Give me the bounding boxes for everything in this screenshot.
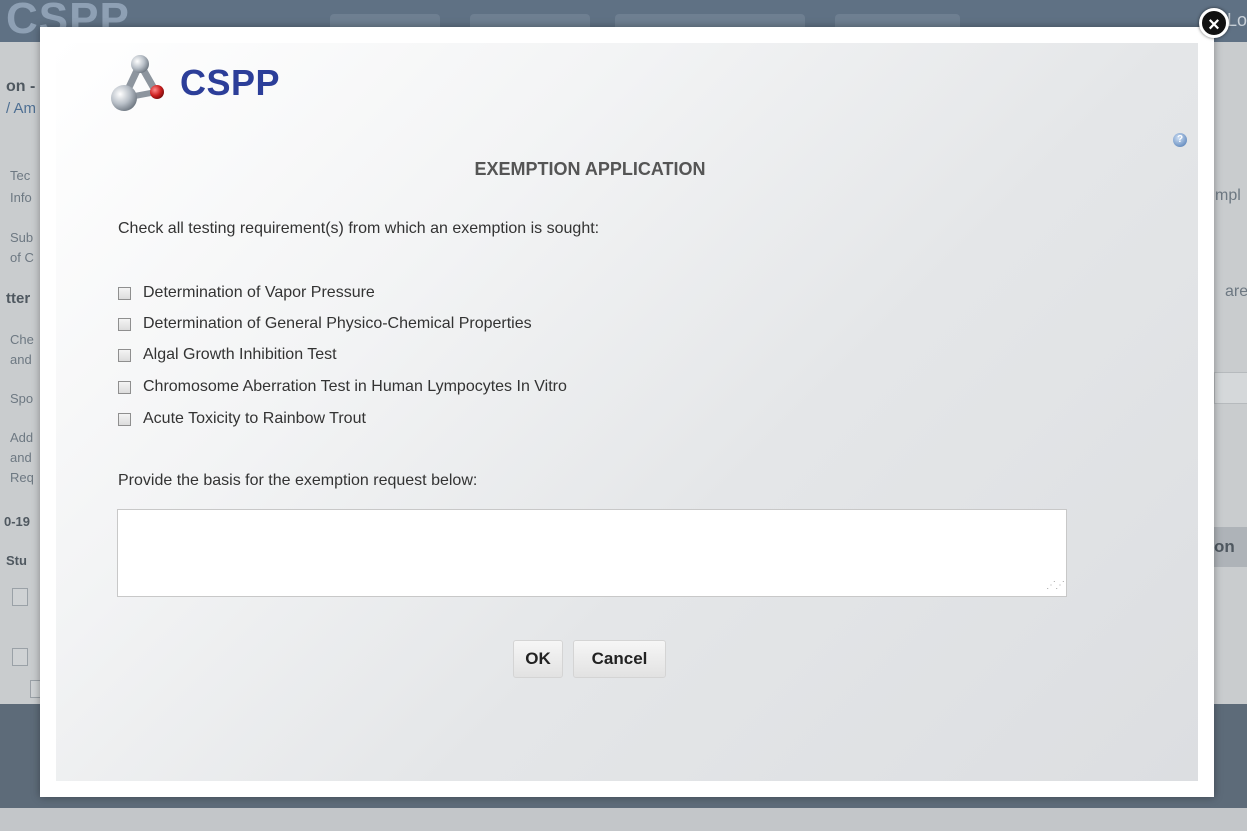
background-text: Add	[10, 430, 34, 445]
molecule-logo-icon	[111, 55, 164, 111]
background-text: and	[10, 450, 32, 465]
background-status-bar	[0, 808, 1247, 831]
ok-button[interactable]: OK	[513, 640, 563, 678]
cancel-button[interactable]: Cancel	[573, 640, 666, 678]
logo-text: CSPP	[180, 62, 281, 103]
background-tree-node	[12, 648, 28, 666]
checkbox[interactable]	[118, 286, 131, 300]
close-icon[interactable]: ×	[1199, 8, 1229, 38]
option-vapor-pressure[interactable]: Determination of Vapor Pressure	[118, 282, 375, 304]
checkbox[interactable]	[118, 317, 131, 331]
background-text: 0-19	[4, 514, 31, 529]
background-text: of C	[10, 250, 34, 265]
help-icon[interactable]: ?	[1173, 133, 1187, 147]
option-algal-growth[interactable]: Algal Growth Inhibition Test	[118, 344, 337, 366]
basis-textarea[interactable]	[117, 509, 1067, 597]
background-text: mpl	[1215, 187, 1241, 204]
background-text: on -	[6, 78, 36, 95]
checkbox-label: Acute Toxicity to Rainbow Trout	[143, 410, 366, 427]
checkbox-label: Chromosome Aberration Test in Human Lymp…	[143, 378, 567, 395]
background-text: Spo	[10, 391, 34, 406]
background-text: / Am	[6, 100, 37, 117]
cspp-logo: CSPP	[110, 52, 310, 114]
background-text: Che	[10, 332, 34, 347]
background-text: tter	[6, 290, 31, 307]
option-chromosome-aberration[interactable]: Chromosome Aberration Test in Human Lymp…	[118, 376, 567, 398]
checkbox-instruction: Check all testing requirement(s) from wh…	[118, 220, 600, 237]
background-text: Info	[10, 190, 32, 205]
checkbox[interactable]	[118, 412, 131, 426]
option-physico-chemical[interactable]: Determination of General Physico-Chemica…	[118, 313, 532, 335]
background-select	[1214, 372, 1247, 404]
dialog-title: EXEMPTION APPLICATION	[474, 159, 706, 179]
background-text: are	[1225, 283, 1247, 300]
background-tree-node	[12, 588, 28, 606]
option-rainbow-trout[interactable]: Acute Toxicity to Rainbow Trout	[118, 408, 366, 430]
checkbox[interactable]	[118, 348, 131, 362]
checkbox-label: Algal Growth Inhibition Test	[143, 346, 337, 363]
checkbox[interactable]	[118, 380, 131, 394]
background-text: Stu	[6, 553, 27, 568]
basis-label: Provide the basis for the exemption requ…	[118, 472, 478, 489]
background-text: on	[1214, 537, 1235, 556]
checkbox-label: Determination of Vapor Pressure	[143, 284, 375, 301]
checkbox-label: Determination of General Physico-Chemica…	[143, 315, 532, 332]
background-text: and	[10, 352, 32, 367]
background-text: Req	[10, 470, 34, 485]
resize-grip-icon[interactable]: ⋰⋰	[1046, 580, 1065, 591]
background-login-link: Lo	[1226, 10, 1247, 30]
background-text: Sub	[10, 230, 34, 245]
